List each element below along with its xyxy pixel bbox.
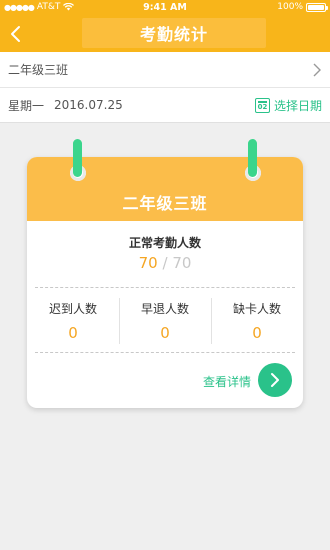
stat-late-label: 迟到人数 [48, 302, 97, 316]
pick-date-button[interactable]: 02 选择日期 [254, 97, 322, 114]
binder-pin-right [248, 139, 257, 177]
stat-late-value: 0 [68, 324, 78, 342]
battery-icon [306, 2, 328, 12]
normal-attendance-label: 正常考勤人数 [128, 236, 201, 250]
normal-count: 70 [138, 254, 158, 272]
class-name: 二年级三班 [8, 63, 69, 77]
calendar-icon: 02 [254, 98, 270, 113]
nav-bar: 考勤统计 [0, 16, 330, 52]
page-title: 考勤统计 [82, 18, 266, 48]
stat-missing-card: 缺卡人数 0 [211, 292, 303, 346]
stat-early-leave: 早退人数 0 [119, 292, 211, 346]
view-details-button[interactable] [258, 363, 292, 397]
stat-missing-value: 0 [252, 324, 262, 342]
chevron-right-icon [313, 63, 321, 77]
arrow-right-icon [271, 373, 279, 387]
pick-date-label: 选择日期 [273, 99, 322, 113]
class-selector-row[interactable]: 二年级三班 [0, 52, 330, 88]
status-right: 100% [277, 2, 328, 12]
divider-dashed [35, 352, 295, 353]
binder-pin-left [73, 139, 82, 177]
card-header: 二年级三班 [27, 157, 303, 221]
normal-total: 70 [172, 254, 192, 272]
status-bar: ●●●●● AT&T 9:41 AM 100% [0, 0, 330, 16]
normal-attendance-value: 70 / 70 [27, 254, 303, 272]
battery-percent: 100% [277, 2, 303, 12]
back-arrow-icon[interactable] [6, 24, 26, 44]
stat-early-value: 0 [160, 324, 170, 342]
date-label: 2016.07.25 [54, 98, 123, 112]
normal-separator: / [162, 254, 168, 272]
attendance-card: 二年级三班 正常考勤人数 70 / 70 迟到人数 0 早退人数 0 缺卡人数 … [27, 157, 303, 408]
weekday-label: 星期一 [8, 98, 45, 113]
stat-late: 迟到人数 0 [27, 292, 119, 346]
stat-early-label: 早退人数 [140, 302, 189, 316]
view-details-link[interactable]: 查看详情 [203, 373, 251, 390]
card-title: 二年级三班 [122, 194, 208, 213]
stat-missing-label: 缺卡人数 [232, 302, 281, 316]
divider-dashed [35, 287, 295, 288]
date-row: 星期一 2016.07.25 02 选择日期 [0, 88, 330, 123]
